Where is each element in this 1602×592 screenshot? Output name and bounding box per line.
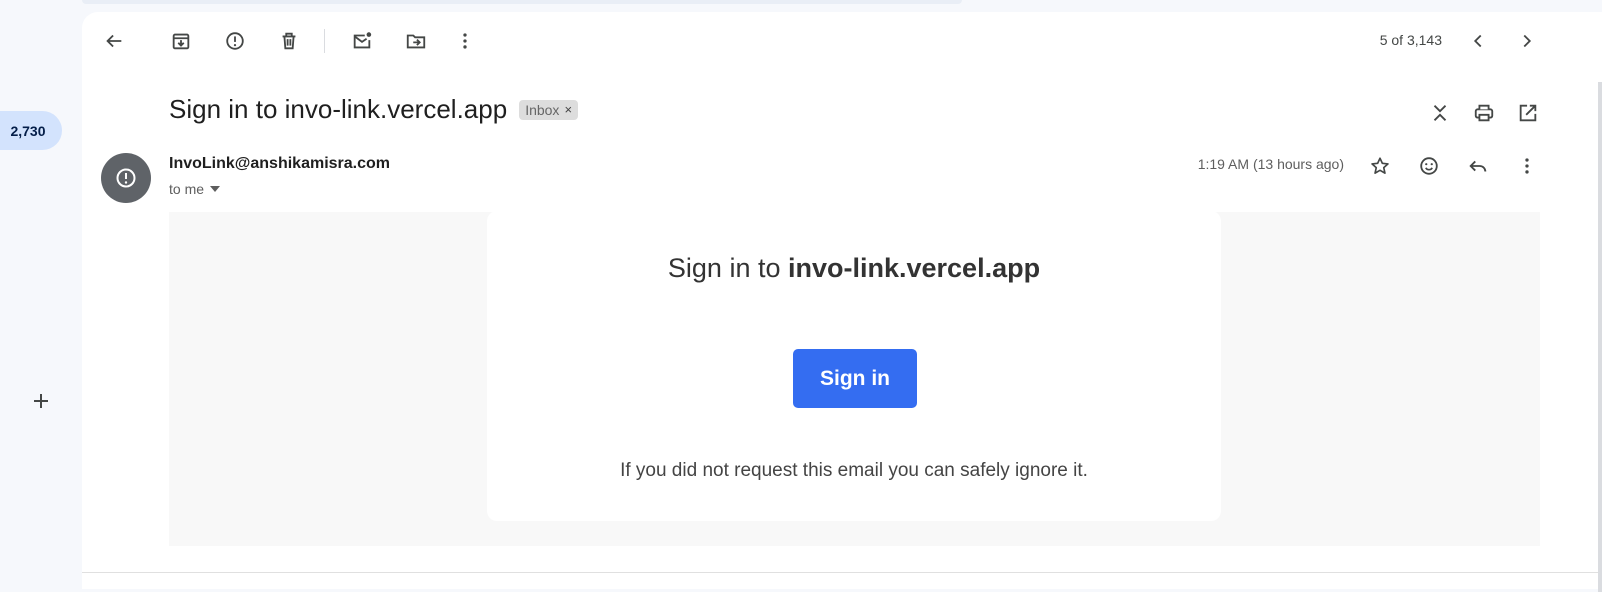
pager-text: 5 of 3,143 — [1379, 32, 1442, 48]
more-vert-icon — [463, 33, 467, 49]
trash-icon — [282, 32, 296, 50]
recipient-details[interactable]: to me — [169, 181, 221, 197]
email-card: Sign in to invo-link.vercel.app Sign in … — [487, 211, 1221, 521]
email-heading: Sign in to invo-link.vercel.app — [487, 253, 1221, 284]
reply-icon — [1469, 160, 1487, 172]
mark-unread-button[interactable] — [344, 23, 380, 59]
subject-title: Sign in to invo-link.vercel.app — [169, 94, 508, 124]
chevron-right-icon — [1523, 34, 1532, 48]
back-button[interactable] — [96, 23, 132, 59]
recipient-text: to me — [169, 181, 205, 197]
collapse-all-icon — [1433, 105, 1447, 121]
heading-prefix: Sign in to — [667, 253, 788, 283]
left-rail: 2,730 — [0, 0, 82, 589]
label-name: Inbox — [525, 101, 560, 118]
archive-button[interactable] — [163, 23, 199, 59]
collapse-all-button[interactable] — [1422, 95, 1458, 131]
report-spam-icon — [226, 32, 244, 50]
plus-icon — [34, 394, 48, 408]
open-in-new-icon — [1519, 104, 1537, 122]
message-time: 1:19 AM (13 hours ago) — [1197, 156, 1344, 172]
mark-unread-icon — [353, 32, 372, 49]
older-button[interactable] — [1509, 23, 1545, 59]
subject-row: Sign in to invo-link.vercel.app Inbox × — [169, 94, 579, 125]
search-bar-edge — [82, 0, 962, 4]
move-to-folder-icon — [406, 34, 426, 49]
bottom-divider — [82, 572, 1602, 573]
add-label-button[interactable] — [26, 386, 56, 416]
print-button[interactable] — [1466, 95, 1502, 131]
scrollbar[interactable] — [1598, 82, 1602, 592]
remove-label-button[interactable]: × — [564, 102, 572, 117]
message-view: 5 of 3,143 Sign in to invo-link.vercel.a… — [82, 12, 1602, 592]
toolbar-divider — [324, 29, 325, 53]
star-button[interactable] — [1362, 148, 1398, 184]
add-reaction-button[interactable] — [1411, 148, 1447, 184]
unread-count-badge[interactable]: 2,730 — [0, 111, 62, 150]
sender-address[interactable]: InvoLink@anshikamisra.com — [169, 155, 390, 173]
arrow-left-icon — [106, 34, 122, 48]
heading-domain: invo-link.vercel.app — [787, 253, 1041, 283]
open-new-window-button[interactable] — [1510, 95, 1546, 131]
print-icon — [1474, 104, 1494, 122]
sign-in-button[interactable]: Sign in — [793, 349, 917, 408]
reply-button[interactable] — [1460, 148, 1496, 184]
more-options-button[interactable] — [447, 23, 483, 59]
more-vert-icon — [1525, 158, 1529, 174]
emoji-icon — [1420, 157, 1438, 175]
caret-down-icon — [210, 186, 221, 192]
warning-icon — [116, 168, 136, 188]
report-spam-button[interactable] — [217, 23, 253, 59]
delete-button[interactable] — [271, 23, 307, 59]
archive-icon — [172, 33, 190, 50]
ignore-notice: If you did not request this email you ca… — [620, 460, 1088, 481]
newer-button[interactable] — [1460, 23, 1496, 59]
message-more-button[interactable] — [1509, 148, 1545, 184]
chevron-left-icon — [1473, 34, 1482, 48]
move-to-button[interactable] — [398, 23, 434, 59]
inbox-label-chip: Inbox × — [519, 99, 579, 120]
unread-count: 2,730 — [10, 122, 46, 139]
sender-avatar[interactable] — [101, 153, 151, 203]
star-icon — [1371, 157, 1389, 174]
